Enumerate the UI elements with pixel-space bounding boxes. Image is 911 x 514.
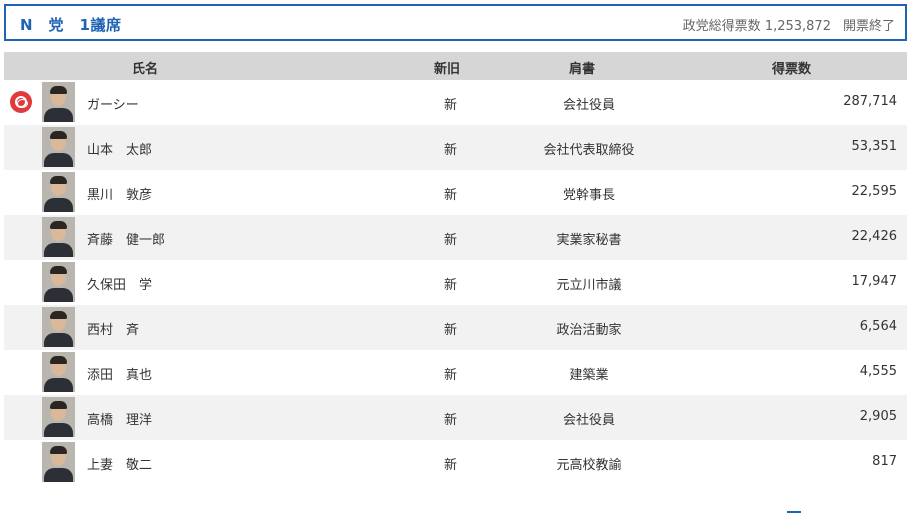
table-body: ガーシー新会社役員 287,714 山本 太郎新会社代表取締役 53,351 黒川 敦彦… <box>4 80 907 485</box>
candidate-votes: 4,555 <box>859 364 897 379</box>
candidate-votes: 287,714 <box>843 94 897 109</box>
candidate-photo <box>42 217 75 257</box>
party-header: N 党 1議席 政党総得票数 1,253,872 開票終了 <box>4 4 907 41</box>
candidate-photo <box>42 82 75 122</box>
table-header: 氏名 新旧 肩書 得票数 <box>4 52 907 80</box>
table-row: 上妻 敬二 新 元高校教諭 817 <box>4 440 907 485</box>
candidate-photo <box>42 442 75 482</box>
candidate-name: 久保田 学 <box>87 278 153 293</box>
candidate-name: 黒川 敦彦 <box>87 188 153 203</box>
candidate-newold: 新 <box>444 458 458 473</box>
candidate-photo <box>42 352 75 392</box>
total-votes: 1,253,872 <box>764 19 831 34</box>
header-newold: 新旧 <box>434 62 461 77</box>
candidate-title: 政治活動家 <box>556 323 622 338</box>
table-row: 山本 太郎 新 会社代表取締役 53,351 <box>4 125 907 170</box>
candidate-title: 元高校教諭 <box>556 458 622 473</box>
candidate-photo <box>42 262 75 302</box>
candidate-newold: 新 <box>444 188 458 203</box>
total-votes-label: 政党総得票数 <box>682 19 761 34</box>
party-name: N 党 1議席 <box>20 16 122 34</box>
table-row: ガーシー 新 会社役員 287,714 <box>4 80 907 125</box>
candidate-name: 斉藤 健一郎 <box>87 233 166 248</box>
candidate-newold: 新 <box>444 233 458 248</box>
table-row: 黒川 敦彦 新 党幹事長 22,595 <box>4 170 907 215</box>
candidate-votes: 22,595 <box>851 184 898 199</box>
candidate-title: 会社代表取締役 <box>543 143 635 158</box>
candidate-newold: 新 <box>444 98 458 113</box>
candidate-photo <box>42 307 75 347</box>
elected-rose-icon <box>10 91 32 113</box>
table-row: 高橋 理洋 新 会社役員 2,905 <box>4 395 907 440</box>
candidate-newold: 新 <box>444 278 458 293</box>
candidate-votes: 22,426 <box>851 229 898 244</box>
candidate-newold: 新 <box>444 368 458 383</box>
candidate-title: 建築業 <box>569 368 609 383</box>
candidate-title: 会社役員 <box>562 98 615 113</box>
candidate-name: 高橋 理洋 <box>87 413 153 428</box>
table-row: 斉藤 健一郎 新 実業家秘書 22,426 <box>4 215 907 260</box>
table-row: 久保田 学 新 元立川市議 17,947 <box>4 260 907 305</box>
candidate-photo <box>42 172 75 212</box>
candidate-title: 元立川市議 <box>556 278 622 293</box>
candidate-title: 実業家秘書 <box>556 233 622 248</box>
header-title: 肩書 <box>569 62 596 77</box>
candidate-photo <box>42 397 75 437</box>
candidate-newold: 新 <box>444 143 458 158</box>
table-row: 西村 斉 新 政治活動家 6,564 <box>4 305 907 350</box>
candidate-votes: 17,947 <box>851 274 898 289</box>
table-row: 添田 真也 新 建築業 4,555 <box>4 350 907 395</box>
candidate-votes: 6,564 <box>859 319 897 334</box>
bottom-indicator <box>787 511 801 513</box>
candidate-name: 山本 太郎 <box>87 143 153 158</box>
candidate-votes: 53,351 <box>851 139 898 154</box>
party-stats: 政党総得票数 1,253,872 開票終了 <box>683 15 895 34</box>
candidate-votes: 2,905 <box>859 409 897 424</box>
candidate-newold: 新 <box>444 323 458 338</box>
candidate-name: 上妻 敬二 <box>87 458 153 473</box>
count-status: 開票終了 <box>842 19 895 34</box>
candidate-name: 添田 真也 <box>87 368 153 383</box>
header-name: 氏名 <box>132 62 159 77</box>
candidate-votes: 817 <box>872 454 897 469</box>
header-votes: 得票数 <box>772 62 812 77</box>
candidate-title: 党幹事長 <box>562 188 615 203</box>
results-table: 氏名 新旧 肩書 得票数 ガーシー新会社役員 287,714 山本 太郎新会社代表取… <box>4 52 907 485</box>
candidate-name: ガーシー <box>87 98 139 113</box>
candidate-title: 会社役員 <box>562 413 615 428</box>
candidate-newold: 新 <box>444 413 458 428</box>
candidate-photo <box>42 127 75 167</box>
candidate-name: 西村 斉 <box>87 323 140 338</box>
